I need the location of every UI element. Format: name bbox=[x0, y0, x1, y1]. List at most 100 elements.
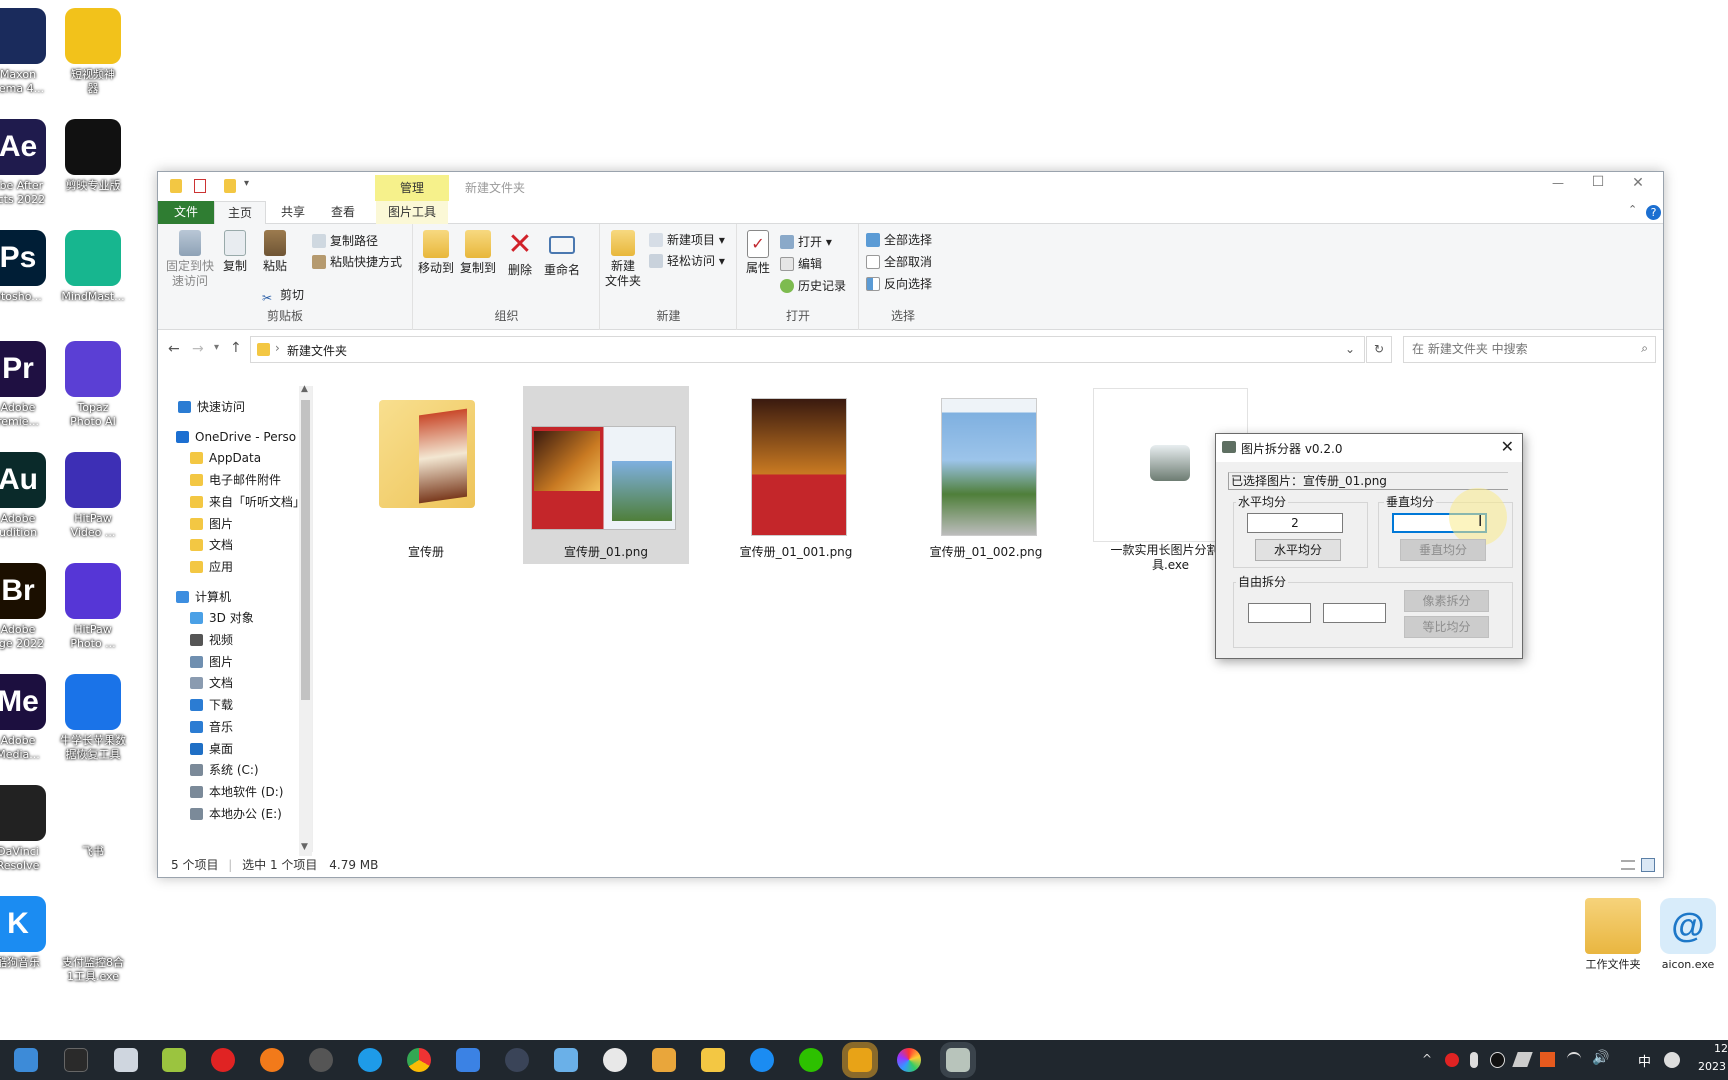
scroll-up-icon[interactable]: ▲ bbox=[301, 384, 308, 394]
open-button[interactable]: 打开 ▾ bbox=[780, 232, 832, 252]
properties-quick-icon[interactable] bbox=[194, 179, 206, 193]
up-arrow-icon[interactable]: ↑ bbox=[230, 340, 242, 356]
forward-arrow-icon[interactable]: → bbox=[192, 341, 204, 357]
desktop-icon[interactable]: Ps otosho... bbox=[0, 230, 58, 304]
free-split-input-1[interactable] bbox=[1248, 603, 1311, 623]
search-box[interactable]: ⌕ bbox=[1403, 336, 1656, 363]
move-to-button[interactable]: 移动到 bbox=[416, 230, 456, 276]
cut-button[interactable]: ✂ 剪切 bbox=[262, 285, 304, 305]
nav-item[interactable]: 图片 bbox=[190, 513, 233, 535]
desktop-icon[interactable]: Topaz Photo AI bbox=[53, 341, 133, 429]
desktop-icon[interactable]: MindMast... bbox=[53, 230, 133, 304]
nav-item[interactable]: 本地办公 (E:) bbox=[190, 803, 282, 825]
minimize-button[interactable]: — bbox=[1538, 176, 1578, 190]
nav-item[interactable]: 视频 bbox=[190, 629, 233, 651]
nav-item[interactable]: 计算机 bbox=[176, 586, 231, 608]
tray-record-icon[interactable] bbox=[1445, 1053, 1459, 1067]
taskbar-app-yellow-active[interactable] bbox=[848, 1048, 872, 1072]
desktop-icon[interactable]: 短视频神 器 bbox=[53, 8, 133, 96]
tray-ime-indicator[interactable]: 中 bbox=[1638, 1051, 1651, 1070]
taskbar-app-translator[interactable] bbox=[358, 1048, 382, 1072]
nav-item[interactable]: 图片 bbox=[190, 651, 233, 673]
nav-item[interactable]: 音乐 bbox=[190, 716, 233, 738]
desktop-icon[interactable]: HitPaw Photo ... bbox=[53, 563, 133, 651]
ratio-split-button[interactable]: 等比均分 bbox=[1404, 616, 1489, 638]
horizontal-count-input[interactable]: 2 bbox=[1247, 513, 1343, 533]
nav-item[interactable]: 系统 (C:) bbox=[190, 759, 259, 781]
paste-button[interactable]: 粘贴 bbox=[258, 230, 292, 274]
tab-view[interactable]: 查看 bbox=[320, 201, 366, 224]
taskbar-app-kugou[interactable] bbox=[750, 1048, 774, 1072]
horizontal-split-button[interactable]: 水平均分 bbox=[1255, 539, 1341, 561]
file-item[interactable]: 宣传册 bbox=[343, 386, 509, 564]
collapse-ribbon-icon[interactable]: ⌃ bbox=[1628, 203, 1637, 216]
select-none-button[interactable]: 全部取消 bbox=[866, 252, 932, 272]
taskbar-app-panda[interactable] bbox=[603, 1048, 627, 1072]
history-button[interactable]: 历史记录 bbox=[780, 276, 846, 296]
new-folder-button[interactable]: 新建 文件夹 bbox=[603, 230, 643, 289]
tray-volume-icon[interactable]: 🔊 bbox=[1592, 1050, 1609, 1066]
taskbar-app-kuwo[interactable] bbox=[64, 1048, 88, 1072]
tab-file[interactable]: 文件 bbox=[158, 201, 214, 224]
back-arrow-icon[interactable]: ← bbox=[168, 341, 180, 357]
nav-item[interactable]: 桌面 bbox=[190, 738, 233, 760]
desktop-icon[interactable]: 支付监控8合 1工具.exe bbox=[53, 896, 133, 984]
tray-mic-icon[interactable] bbox=[1470, 1052, 1478, 1068]
invert-selection-button[interactable]: 反向选择 bbox=[866, 274, 932, 294]
vertical-split-button[interactable]: 垂直均分 bbox=[1400, 539, 1486, 561]
desktop-icon[interactable]: 飞书 bbox=[53, 785, 133, 859]
nav-item[interactable]: 文档 bbox=[190, 534, 233, 556]
taskbar-app-chrome[interactable] bbox=[407, 1048, 431, 1072]
tab-share[interactable]: 共享 bbox=[270, 201, 316, 224]
taskbar-app-bird[interactable] bbox=[554, 1048, 578, 1072]
desktop-icon[interactable]: 剪映专业版 bbox=[53, 119, 133, 193]
desktop-icon[interactable]: Maxon nema 4... bbox=[0, 8, 58, 96]
maximize-button[interactable]: ☐ bbox=[1578, 174, 1618, 190]
start-button[interactable] bbox=[14, 1048, 38, 1072]
recent-dropdown-icon[interactable]: ▾ bbox=[214, 342, 219, 353]
customize-quick-access-icon[interactable]: ▾ bbox=[244, 178, 249, 189]
rename-button[interactable]: 重命名 bbox=[540, 230, 584, 278]
search-input[interactable] bbox=[1412, 337, 1632, 361]
desktop-icon[interactable]: Au Adobe udition bbox=[0, 452, 58, 540]
desktop-icon-work-folder[interactable]: 工作文件夹 bbox=[1573, 898, 1653, 972]
context-tab-manage[interactable]: 管理 bbox=[375, 175, 449, 201]
taskbar-app-image-splitter[interactable] bbox=[946, 1048, 970, 1072]
tab-picture-tools[interactable]: 图片工具 bbox=[376, 201, 448, 224]
edit-button[interactable]: 编辑 bbox=[780, 254, 822, 274]
search-icon[interactable]: ⌕ bbox=[1641, 341, 1648, 356]
tray-circle-icon[interactable] bbox=[1664, 1052, 1680, 1068]
pixel-split-button[interactable]: 像素拆分 bbox=[1404, 590, 1489, 612]
taskbar-app-cinema[interactable] bbox=[309, 1048, 333, 1072]
close-button[interactable]: ✕ bbox=[1618, 175, 1658, 191]
nav-item[interactable]: 本地软件 (D:) bbox=[190, 781, 283, 803]
taskbar-app-blue[interactable] bbox=[456, 1048, 480, 1072]
desktop-icon[interactable]: DaVinci Resolve bbox=[0, 785, 58, 873]
taskbar-app-search[interactable] bbox=[260, 1048, 284, 1072]
desktop-icon[interactable]: HitPaw Video ... bbox=[53, 452, 133, 540]
nav-item[interactable]: 来自「听听文档」 bbox=[190, 491, 305, 513]
taskbar-app-color-wheel[interactable] bbox=[897, 1048, 921, 1072]
desktop-icon[interactable]: K 酷狗音乐 bbox=[0, 896, 58, 970]
tray-date[interactable]: 2023 bbox=[1698, 1060, 1726, 1073]
tray-expand-icon[interactable]: ^ bbox=[1422, 1052, 1432, 1066]
pin-quick-access-button[interactable]: 固定到快 速访问 bbox=[162, 230, 218, 289]
nav-item[interactable]: 3D 对象 bbox=[190, 607, 254, 629]
copy-to-button[interactable]: 复制到 bbox=[458, 230, 498, 276]
tray-feather-icon[interactable] bbox=[1512, 1052, 1533, 1067]
tray-orange-icon[interactable] bbox=[1540, 1052, 1555, 1067]
nav-item[interactable]: OneDrive - Perso bbox=[176, 426, 296, 448]
address-dropdown-icon[interactable]: ⌄ bbox=[1345, 342, 1355, 356]
paste-shortcut-button[interactable]: 粘贴快捷方式 bbox=[312, 252, 402, 272]
desktop-icon[interactable]: Ae obe After ects 2022 bbox=[0, 119, 58, 207]
taskbar-app-file-explorer[interactable] bbox=[701, 1048, 725, 1072]
taskbar-app-feishu-paper[interactable] bbox=[162, 1048, 186, 1072]
taskbar-app-lock[interactable] bbox=[505, 1048, 529, 1072]
delete-button[interactable]: ✕ 删除 bbox=[504, 230, 536, 278]
breadcrumb[interactable]: 新建文件夹 bbox=[287, 342, 347, 359]
tray-network-icon[interactable] bbox=[1567, 1052, 1581, 1066]
tray-qq-icon[interactable] bbox=[1490, 1052, 1505, 1068]
tray-time[interactable]: 12 bbox=[1714, 1042, 1728, 1055]
desktop-icon[interactable]: Pr Adobe remie... bbox=[0, 341, 58, 429]
taskbar-app-printer[interactable] bbox=[114, 1048, 138, 1072]
